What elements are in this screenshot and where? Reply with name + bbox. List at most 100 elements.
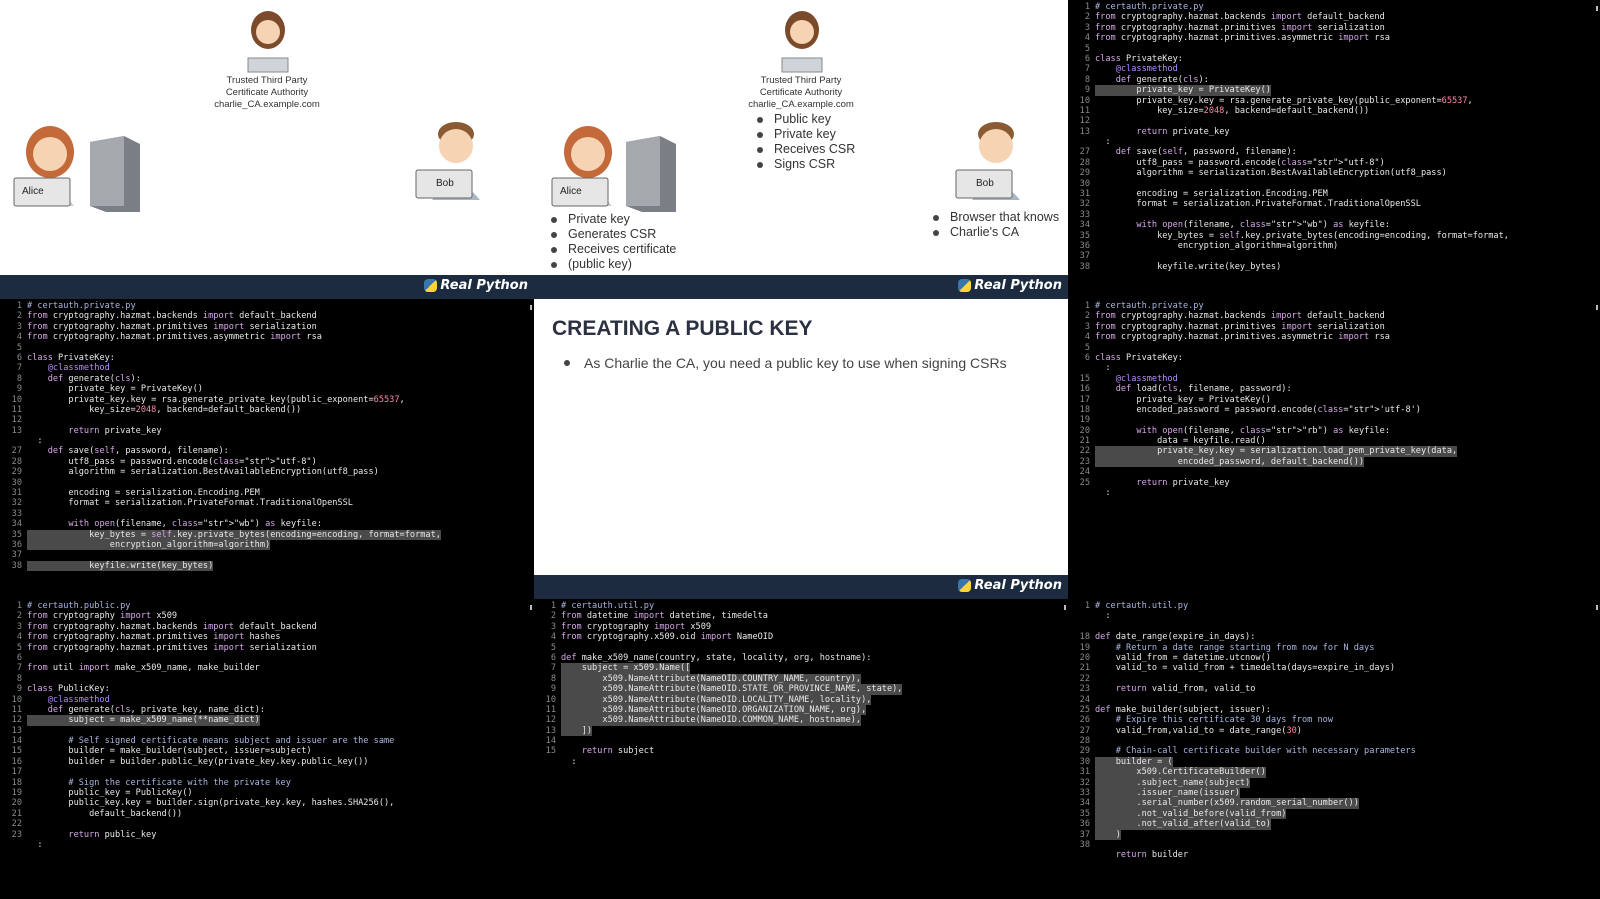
code-text: def generate(cls): <box>47 373 141 384</box>
line-number: 9 <box>1084 85 1090 96</box>
line-number: 13 <box>11 725 22 736</box>
code-pane-middle-right[interactable]: 1 # certauth.private.py 2 from cryptography… <box>1068 299 1600 599</box>
scroll-indicator[interactable] <box>530 605 532 610</box>
code-line: 18 def date_range(expire_in_days): <box>1068 632 1600 642</box>
code-text: private_key = PrivateKey() <box>1095 394 1271 405</box>
code-line: 36 encryption_algorithm=algorithm) <box>1068 241 1600 251</box>
line-number: 7 <box>1084 64 1090 75</box>
bob-label: Bob <box>976 178 994 189</box>
slide-footer-bar: Real Python <box>0 275 534 299</box>
line-number: 10 <box>11 394 22 405</box>
alice-bullets: Private key Generates CSR Receives certi… <box>548 212 676 272</box>
line-number: 4 <box>550 632 556 643</box>
line-number: 22 <box>1079 446 1090 457</box>
code-text: from util import make_x509_name, make_bu… <box>27 663 260 674</box>
code-line: 9 private_key = PrivateKey() <box>0 384 534 394</box>
code-text: .not_valid_before(valid_from) <box>1095 808 1287 820</box>
line-number: 23 <box>1079 684 1090 695</box>
line-number: 0 <box>1084 611 1090 622</box>
code-line: 12 <box>0 415 534 425</box>
code-pane-top-right[interactable]: 1 # certauth.private.py 2 from cryptography… <box>1068 0 1600 299</box>
alice-label: Alice <box>560 186 582 197</box>
alice-avatar-icon <box>551 126 612 207</box>
code-line: 15 return subject <box>534 746 1068 756</box>
code-line: 4 from cryptography.hazmat.primitives.asy… <box>1068 33 1600 43</box>
line-number: 1 <box>1084 601 1090 611</box>
code-text: public_key = PublicKey() <box>27 788 193 799</box>
code-line: 8 def generate(cls): <box>1068 75 1600 85</box>
code-line: 30 <box>1068 179 1600 189</box>
code-pane-middle-left[interactable]: 1 # certauth.private.py 2 from cryptography… <box>0 299 534 599</box>
code-text: @classmethod <box>27 694 110 705</box>
list-item: Generates CSR <box>548 227 676 242</box>
code-text: from cryptography.hazmat.backends import… <box>27 621 317 632</box>
code-line: 38 <box>1068 840 1600 850</box>
code-line: 0 : <box>534 757 1068 767</box>
line-number: 3 <box>550 621 556 632</box>
code-text: # Chain-call certificate builder with ne… <box>1095 746 1416 757</box>
line-number: 13 <box>1079 126 1090 137</box>
code-text: return private_key <box>1136 126 1230 137</box>
code-line: 1 # certauth.public.py <box>0 601 534 611</box>
line-number: 30 <box>1079 756 1090 767</box>
scroll-indicator[interactable] <box>530 305 532 310</box>
code-line: 9 x509.NameAttribute(NameOID.STATE_OR_PR… <box>534 684 1068 695</box>
list-item: Receives certificate <box>548 242 676 257</box>
code-line: 4 from cryptography.x509.oid import NameO… <box>534 632 1068 642</box>
line-number: 36 <box>11 539 22 550</box>
code-line: 21 default_backend()) <box>0 809 534 819</box>
code-text: builder = builder.public_key(private_key… <box>27 756 369 767</box>
scroll-indicator[interactable] <box>1596 305 1598 310</box>
code-line: 24 <box>1068 467 1600 477</box>
list-item: Browser that knows <box>930 210 1059 225</box>
real-python-logo: Real Python <box>424 278 528 293</box>
code-text: from cryptography import x509 <box>27 611 178 622</box>
bob-avatar-icon <box>955 122 1020 200</box>
scroll-indicator[interactable] <box>1596 605 1598 610</box>
code-line: 37 ) <box>1068 829 1600 840</box>
code-line: 15 @classmethod <box>1068 374 1600 384</box>
code-line: 16 builder = builder.public_key(private_… <box>0 757 534 767</box>
code-pane-bottom-left[interactable]: 1 # certauth.public.py 2 from cryptography … <box>0 599 534 899</box>
code-pane-bottom-middle[interactable]: 1 # certauth.util.py 2 from datetime import… <box>534 599 1068 899</box>
line-number: 6 <box>16 352 22 363</box>
code-text: valid_from,valid_to = date_range(30) <box>1095 725 1302 736</box>
line-number: 8 <box>550 673 556 684</box>
code-text: builder = make_builder(subject, issuer=s… <box>27 746 312 757</box>
code-line: 4 from cryptography.hazmat.primitives.asy… <box>1068 332 1600 342</box>
python-snake-icon <box>958 279 972 292</box>
code-line: 35 key_bytes = self.key.private_bytes(en… <box>0 529 534 540</box>
code-line: 19 <box>1068 415 1600 425</box>
code-line: 2 from cryptography.hazmat.backends impor… <box>0 311 534 321</box>
code-pane-bottom-right[interactable]: 1 # certauth.util.py 0 :0 18 def date_range(… <box>1068 599 1600 899</box>
line-number: 4 <box>16 332 22 343</box>
line-number: 31 <box>1079 189 1090 200</box>
scroll-indicator[interactable] <box>1064 605 1066 610</box>
list-item: Signs CSR <box>754 157 855 172</box>
line-number: 1 <box>1084 301 1090 311</box>
code-line: 17 <box>0 767 534 777</box>
scroll-indicator[interactable] <box>1596 6 1598 11</box>
code-line: 28 utf8_pass = password.encode(class="st… <box>0 457 534 467</box>
code-line: 12 <box>1068 116 1600 126</box>
code-text: from cryptography.hazmat.backends import… <box>1095 311 1385 322</box>
code-line: 13 <box>0 726 534 736</box>
code-text: valid_to = valid_from + timedelta(days=e… <box>1095 663 1396 674</box>
code-line: 31 encoding = serialization.Encoding.PEM <box>1068 189 1600 199</box>
code-line: 34 .serial_number(x509.random_serial_num… <box>1068 798 1600 809</box>
code-text: def make_x509_name(country, state, local… <box>561 652 872 663</box>
list-item: (public key) <box>548 257 676 272</box>
line-number: 33 <box>11 508 22 519</box>
code-text: from cryptography.x509.oid import NameOI… <box>561 632 774 643</box>
code-line: 28 utf8_pass = password.encode(class="st… <box>1068 158 1600 168</box>
code-line: 6 class PrivateKey: <box>1068 54 1600 64</box>
line-number: 16 <box>11 756 22 767</box>
code-line: 30 builder = ( <box>1068 756 1600 768</box>
line-number: 2 <box>1084 311 1090 322</box>
code-line: 37 <box>1068 251 1600 261</box>
python-snake-icon <box>958 579 972 592</box>
line-number: 26 <box>1079 715 1090 726</box>
code-line: 18 # Sign the certificate with the priva… <box>0 778 534 788</box>
line-number: 8 <box>1084 74 1090 85</box>
line-number: 9 <box>16 684 22 695</box>
